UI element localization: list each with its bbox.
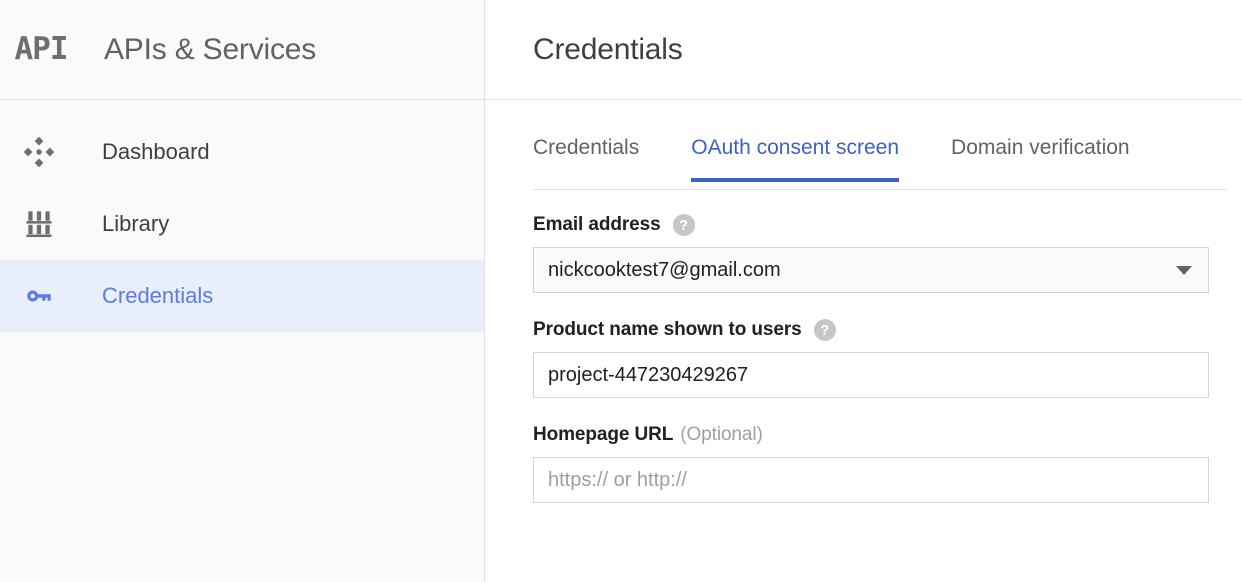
email-address-select[interactable]: nickcooktest7@gmail.com [533,247,1209,293]
tab-bar: Credentials OAuth consent screen Domain … [533,132,1226,190]
sidebar-item-credentials[interactable]: Credentials [0,260,484,332]
product-name-input[interactable]: project-447230429267 [533,352,1209,398]
tab-credentials[interactable]: Credentials [533,132,639,182]
product-name-label: Product name shown to users ? [533,319,1242,341]
email-address-label: Email address ? [533,214,1242,236]
page-title: Credentials [533,33,683,67]
sidebar-nav: Dashboard Library [0,100,484,332]
sidebar: API APIs & Services Dashboard [0,0,485,582]
field-product-name: Product name shown to users ? project-44… [533,319,1242,398]
library-bookshelf-icon [18,203,60,245]
chevron-down-icon [1176,266,1192,275]
product-name-value: project-447230429267 [548,364,748,387]
brand-title: APIs & Services [104,33,316,67]
key-icon [18,275,60,317]
google-cloud-console-window: API APIs & Services Dashboard [0,0,1242,582]
sidebar-item-label: Library [102,211,169,237]
api-logo-icon: API [8,29,74,71]
oauth-consent-form: Email address ? nickcooktest7@gmail.com … [533,190,1242,503]
sidebar-item-dashboard[interactable]: Dashboard [0,116,484,188]
homepage-url-input[interactable]: https:// or http:// [533,457,1209,503]
homepage-url-optional-text: (Optional) [680,424,762,446]
tab-oauth-consent-screen[interactable]: OAuth consent screen [691,132,899,182]
email-address-value: nickcooktest7@gmail.com [548,259,781,282]
product-name-label-text: Product name shown to users [533,319,802,341]
homepage-url-placeholder: https:// or http:// [548,469,687,492]
email-address-label-text: Email address [533,214,661,236]
homepage-url-label-text: Homepage URL [533,424,673,446]
help-circle-icon[interactable]: ? [814,319,836,341]
field-homepage-url: Homepage URL (Optional) https:// or http… [533,424,1242,503]
dashboard-diamond-icon [18,131,60,173]
sidebar-item-label: Dashboard [102,139,210,165]
content-header: Credentials [485,0,1242,100]
tab-domain-verification[interactable]: Domain verification [951,132,1130,182]
homepage-url-label: Homepage URL (Optional) [533,424,1242,446]
brand-header: API APIs & Services [0,0,484,100]
help-circle-icon[interactable]: ? [673,214,695,236]
content-area: Credentials Credentials OAuth consent sc… [485,0,1242,582]
sidebar-item-label: Credentials [102,283,213,309]
field-email-address: Email address ? nickcooktest7@gmail.com [533,214,1242,293]
sidebar-item-library[interactable]: Library [0,188,484,260]
